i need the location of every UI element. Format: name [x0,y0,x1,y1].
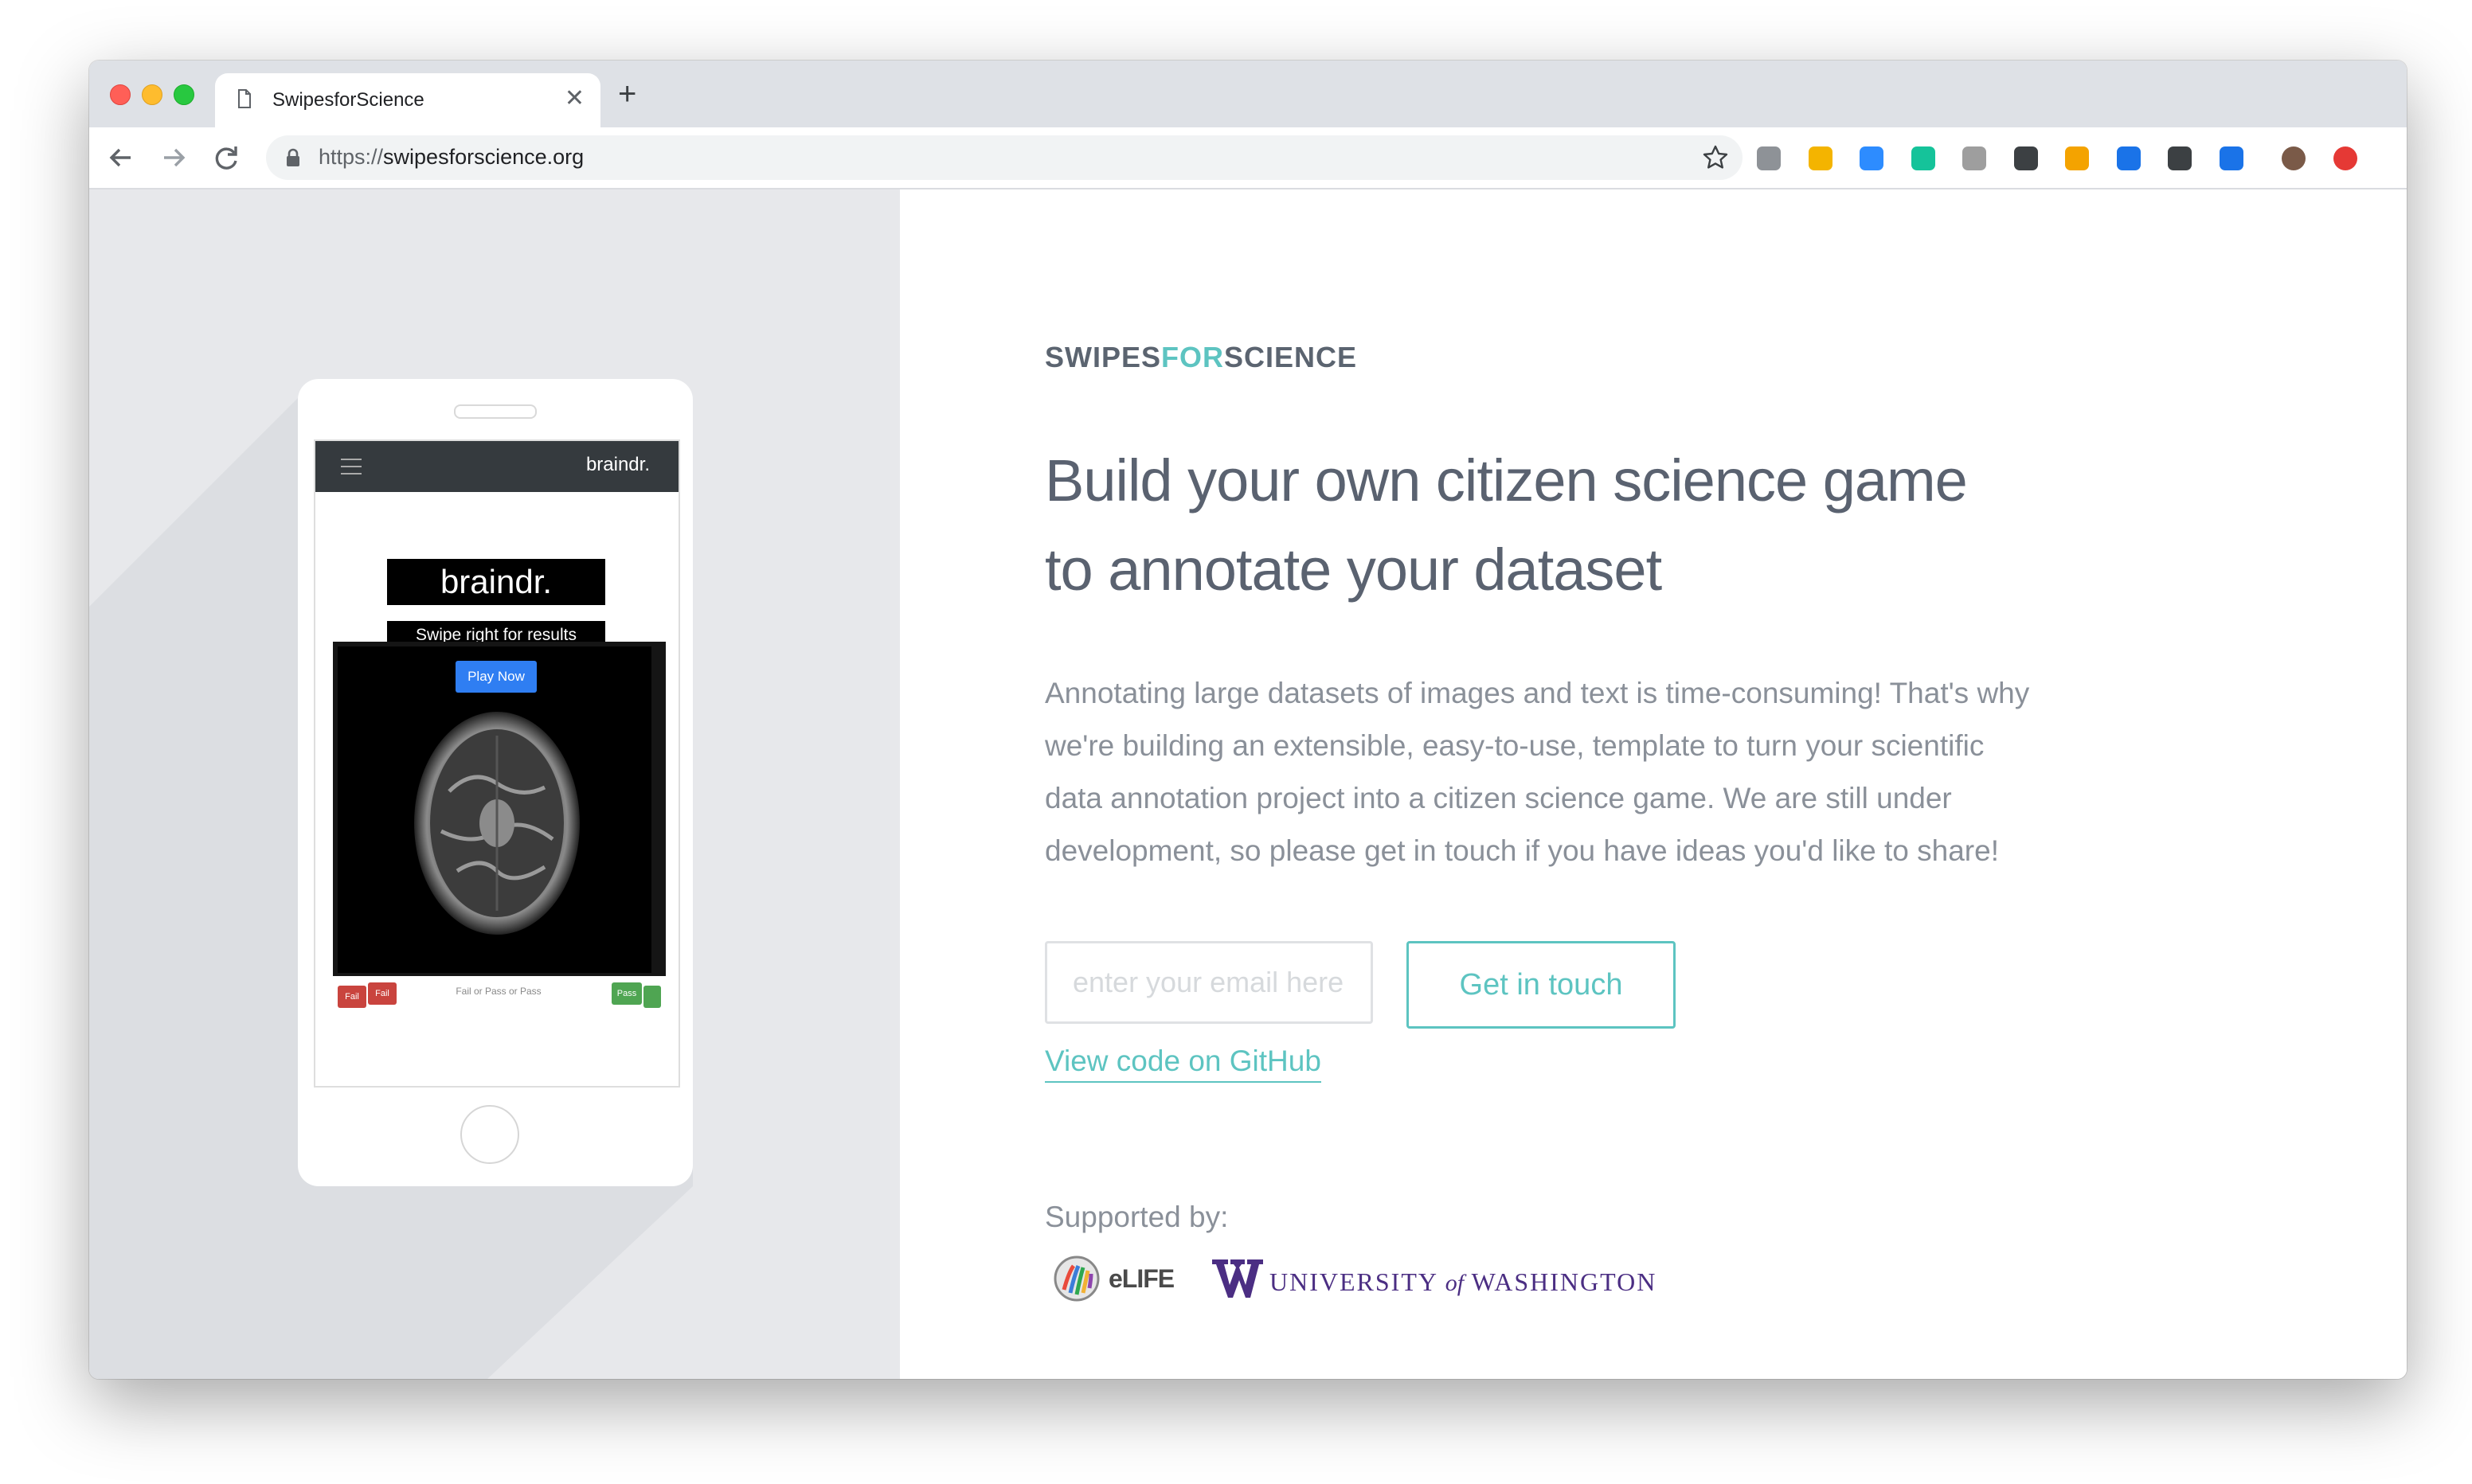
profile-avatar-icon[interactable] [2282,146,2306,170]
minimize-window-button[interactable] [142,84,162,105]
share-arrow-icon[interactable] [2219,146,2243,170]
play-now-button[interactable]: Play Now [456,661,537,693]
yellow-extension-icon[interactable] [1808,146,1832,170]
phone-home-button [460,1105,519,1164]
page-content: braindr. braindr. Swipe right for result… [89,189,2407,1379]
brain-mri-image [414,712,580,935]
address-bar[interactable]: https://swipesforscience.org [266,135,1743,180]
forward-button[interactable] [154,139,193,177]
browser-window: SwipesforScience ✕ + https://swipesforsc… [89,61,2407,1379]
forward-arrow-icon [164,148,186,167]
lock-icon [287,148,299,166]
site-logo: SWIPESFORSCIENCE [1045,341,1358,373]
elife-globe-icon [1054,1256,1100,1302]
back-button[interactable] [102,139,140,177]
hamburger-menu-icon[interactable] [339,455,363,478]
close-tab-icon[interactable]: ✕ [565,84,585,113]
zoom-icon[interactable] [1860,146,1883,170]
fail-pill: Fail [368,982,397,1005]
phone-screen: braindr. braindr. Swipe right for result… [314,439,680,1088]
reload-icon [215,146,237,170]
infinity-extension-icon[interactable] [2065,146,2089,170]
graduation-cap-icon[interactable] [2116,146,2141,170]
lightbulb-extension-icon[interactable] [2013,146,2038,170]
elife-text: eLIFE [1109,1264,1175,1293]
get-in-touch-button[interactable]: Get in touch [1406,941,1676,1029]
bookmark-star-icon[interactable] [1701,143,1730,172]
maximize-window-button[interactable] [174,84,194,105]
tab-bar: SwipesforScience ✕ + [89,61,2407,127]
hero-headline: Build your own citizen science game to a… [1045,447,1968,603]
phone-speaker [454,404,537,419]
paypal-icon[interactable] [2168,146,2192,170]
back-arrow-icon [109,148,131,167]
uw-w-icon [1212,1259,1263,1298]
pass-pill [643,986,661,1008]
github-link[interactable]: View code on GitHub [1045,1045,1321,1083]
supported-by-label: Supported by: [1045,1201,1229,1233]
hero-description: Annotating large datasets of images and … [1045,677,2030,867]
swipe-hint: Fail or Pass or Pass [456,986,542,997]
update-icon[interactable] [2333,146,2357,170]
hero-panel: SWIPESFORSCIENCE Build your own citizen … [900,189,2407,1379]
email-input[interactable] [1045,941,1373,1024]
fail-pill: Fail [338,986,366,1008]
brain-scan-card[interactable]: Play Now [338,646,651,973]
reload-button[interactable] [207,139,245,177]
braindr-logo: braindr. [387,559,605,605]
browser-toolbar: https://swipesforscience.org [89,127,2407,189]
circle-extension-icon[interactable] [1962,146,1986,170]
new-tab-button[interactable]: + [618,76,636,111]
browser-tab[interactable]: SwipesforScience ✕ [215,73,600,127]
uw-text: UNIVERSITY of WASHINGTON [1269,1267,1657,1296]
phone-preview-panel: braindr. braindr. Swipe right for result… [89,189,900,1379]
app-navbar: braindr. [315,441,679,492]
pass-pill: Pass [612,982,642,1005]
page-icon [238,89,251,108]
google-drive-icon[interactable] [1757,146,1781,170]
app-brand: braindr. [585,454,650,475]
grammarly-icon[interactable] [1911,146,1935,170]
url-text: https://swipesforscience.org [319,145,585,169]
close-window-button[interactable] [110,84,131,105]
tab-title: SwipesforScience [272,89,424,111]
phone-mockup: braindr. braindr. Swipe right for result… [298,379,693,1186]
